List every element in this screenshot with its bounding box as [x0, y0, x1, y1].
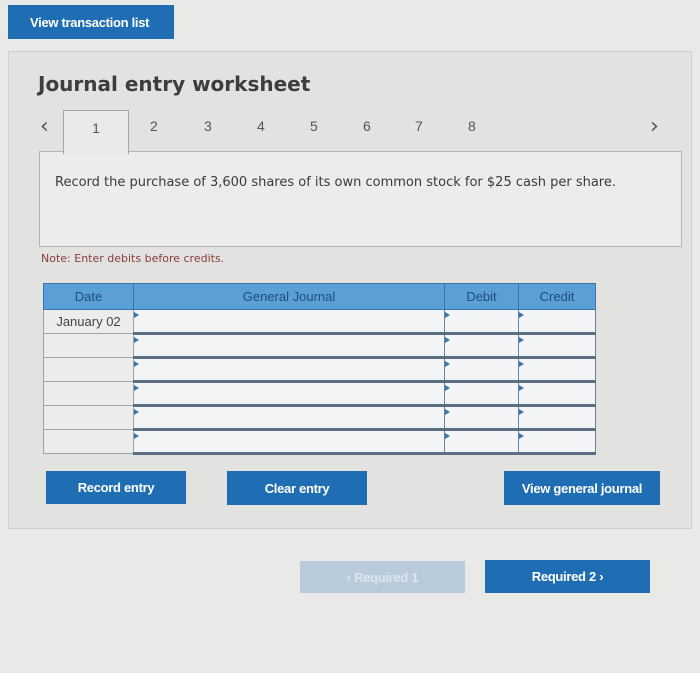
date-cell[interactable]	[43, 357, 134, 382]
table-row	[43, 405, 596, 431]
page-title: Journal entry worksheet	[38, 72, 311, 96]
debit-input[interactable]	[444, 333, 519, 359]
column-header-general-journal: General Journal	[133, 283, 445, 310]
record-entry-button[interactable]: Record entry	[46, 471, 186, 504]
credit-input[interactable]	[518, 429, 596, 455]
table-row	[43, 429, 596, 455]
tab-5[interactable]: 5	[310, 118, 318, 134]
credit-input[interactable]	[518, 405, 596, 431]
view-transaction-list-button[interactable]: View transaction list	[8, 5, 174, 39]
debit-input[interactable]	[444, 429, 519, 455]
date-cell[interactable]	[43, 429, 134, 454]
debit-input[interactable]	[444, 309, 519, 335]
account-input[interactable]	[133, 429, 445, 455]
chevron-left-icon[interactable]: ‹	[40, 114, 49, 139]
column-header-credit: Credit	[518, 283, 596, 310]
tab-6[interactable]: 6	[363, 118, 371, 134]
date-cell[interactable]	[43, 333, 134, 358]
required-1-button[interactable]: ‹ Required 1	[300, 561, 465, 593]
table-row	[43, 333, 596, 359]
account-input[interactable]	[133, 309, 445, 335]
worksheet-tabs: ‹ 1 2 3 4 5 6 7 8 ›	[0, 108, 700, 154]
credit-input[interactable]	[518, 309, 596, 335]
credit-input[interactable]	[518, 357, 596, 383]
tab-3[interactable]: 3	[204, 118, 212, 134]
credit-input[interactable]	[518, 381, 596, 407]
account-input[interactable]	[133, 405, 445, 431]
date-cell[interactable]	[43, 405, 134, 430]
view-general-journal-button[interactable]: View general journal	[504, 471, 660, 505]
note-text: Note: Enter debits before credits.	[41, 252, 225, 265]
credit-input[interactable]	[518, 333, 596, 359]
account-input[interactable]	[133, 381, 445, 407]
tab-1[interactable]: 1	[63, 110, 129, 154]
journal-header-row: Date General Journal Debit Credit	[43, 283, 596, 310]
tab-4[interactable]: 4	[257, 118, 265, 134]
debit-input[interactable]	[444, 357, 519, 383]
tab-7[interactable]: 7	[415, 118, 423, 134]
date-cell[interactable]: January 02	[43, 309, 134, 334]
column-header-debit: Debit	[444, 283, 519, 310]
question-text: Record the purchase of 3,600 shares of i…	[39, 151, 682, 247]
table-row: January 02	[43, 309, 596, 335]
tab-8[interactable]: 8	[468, 118, 476, 134]
journal-table: Date General Journal Debit Credit Januar…	[43, 283, 596, 455]
chevron-right-icon[interactable]: ›	[650, 114, 659, 139]
tab-2[interactable]: 2	[150, 118, 158, 134]
table-row	[43, 381, 596, 407]
debit-input[interactable]	[444, 405, 519, 431]
account-input[interactable]	[133, 357, 445, 383]
date-cell[interactable]	[43, 381, 134, 406]
required-2-button[interactable]: Required 2 ›	[485, 560, 650, 593]
debit-input[interactable]	[444, 381, 519, 407]
column-header-date: Date	[43, 283, 134, 310]
table-row	[43, 357, 596, 383]
clear-entry-button[interactable]: Clear entry	[227, 471, 367, 505]
account-input[interactable]	[133, 333, 445, 359]
